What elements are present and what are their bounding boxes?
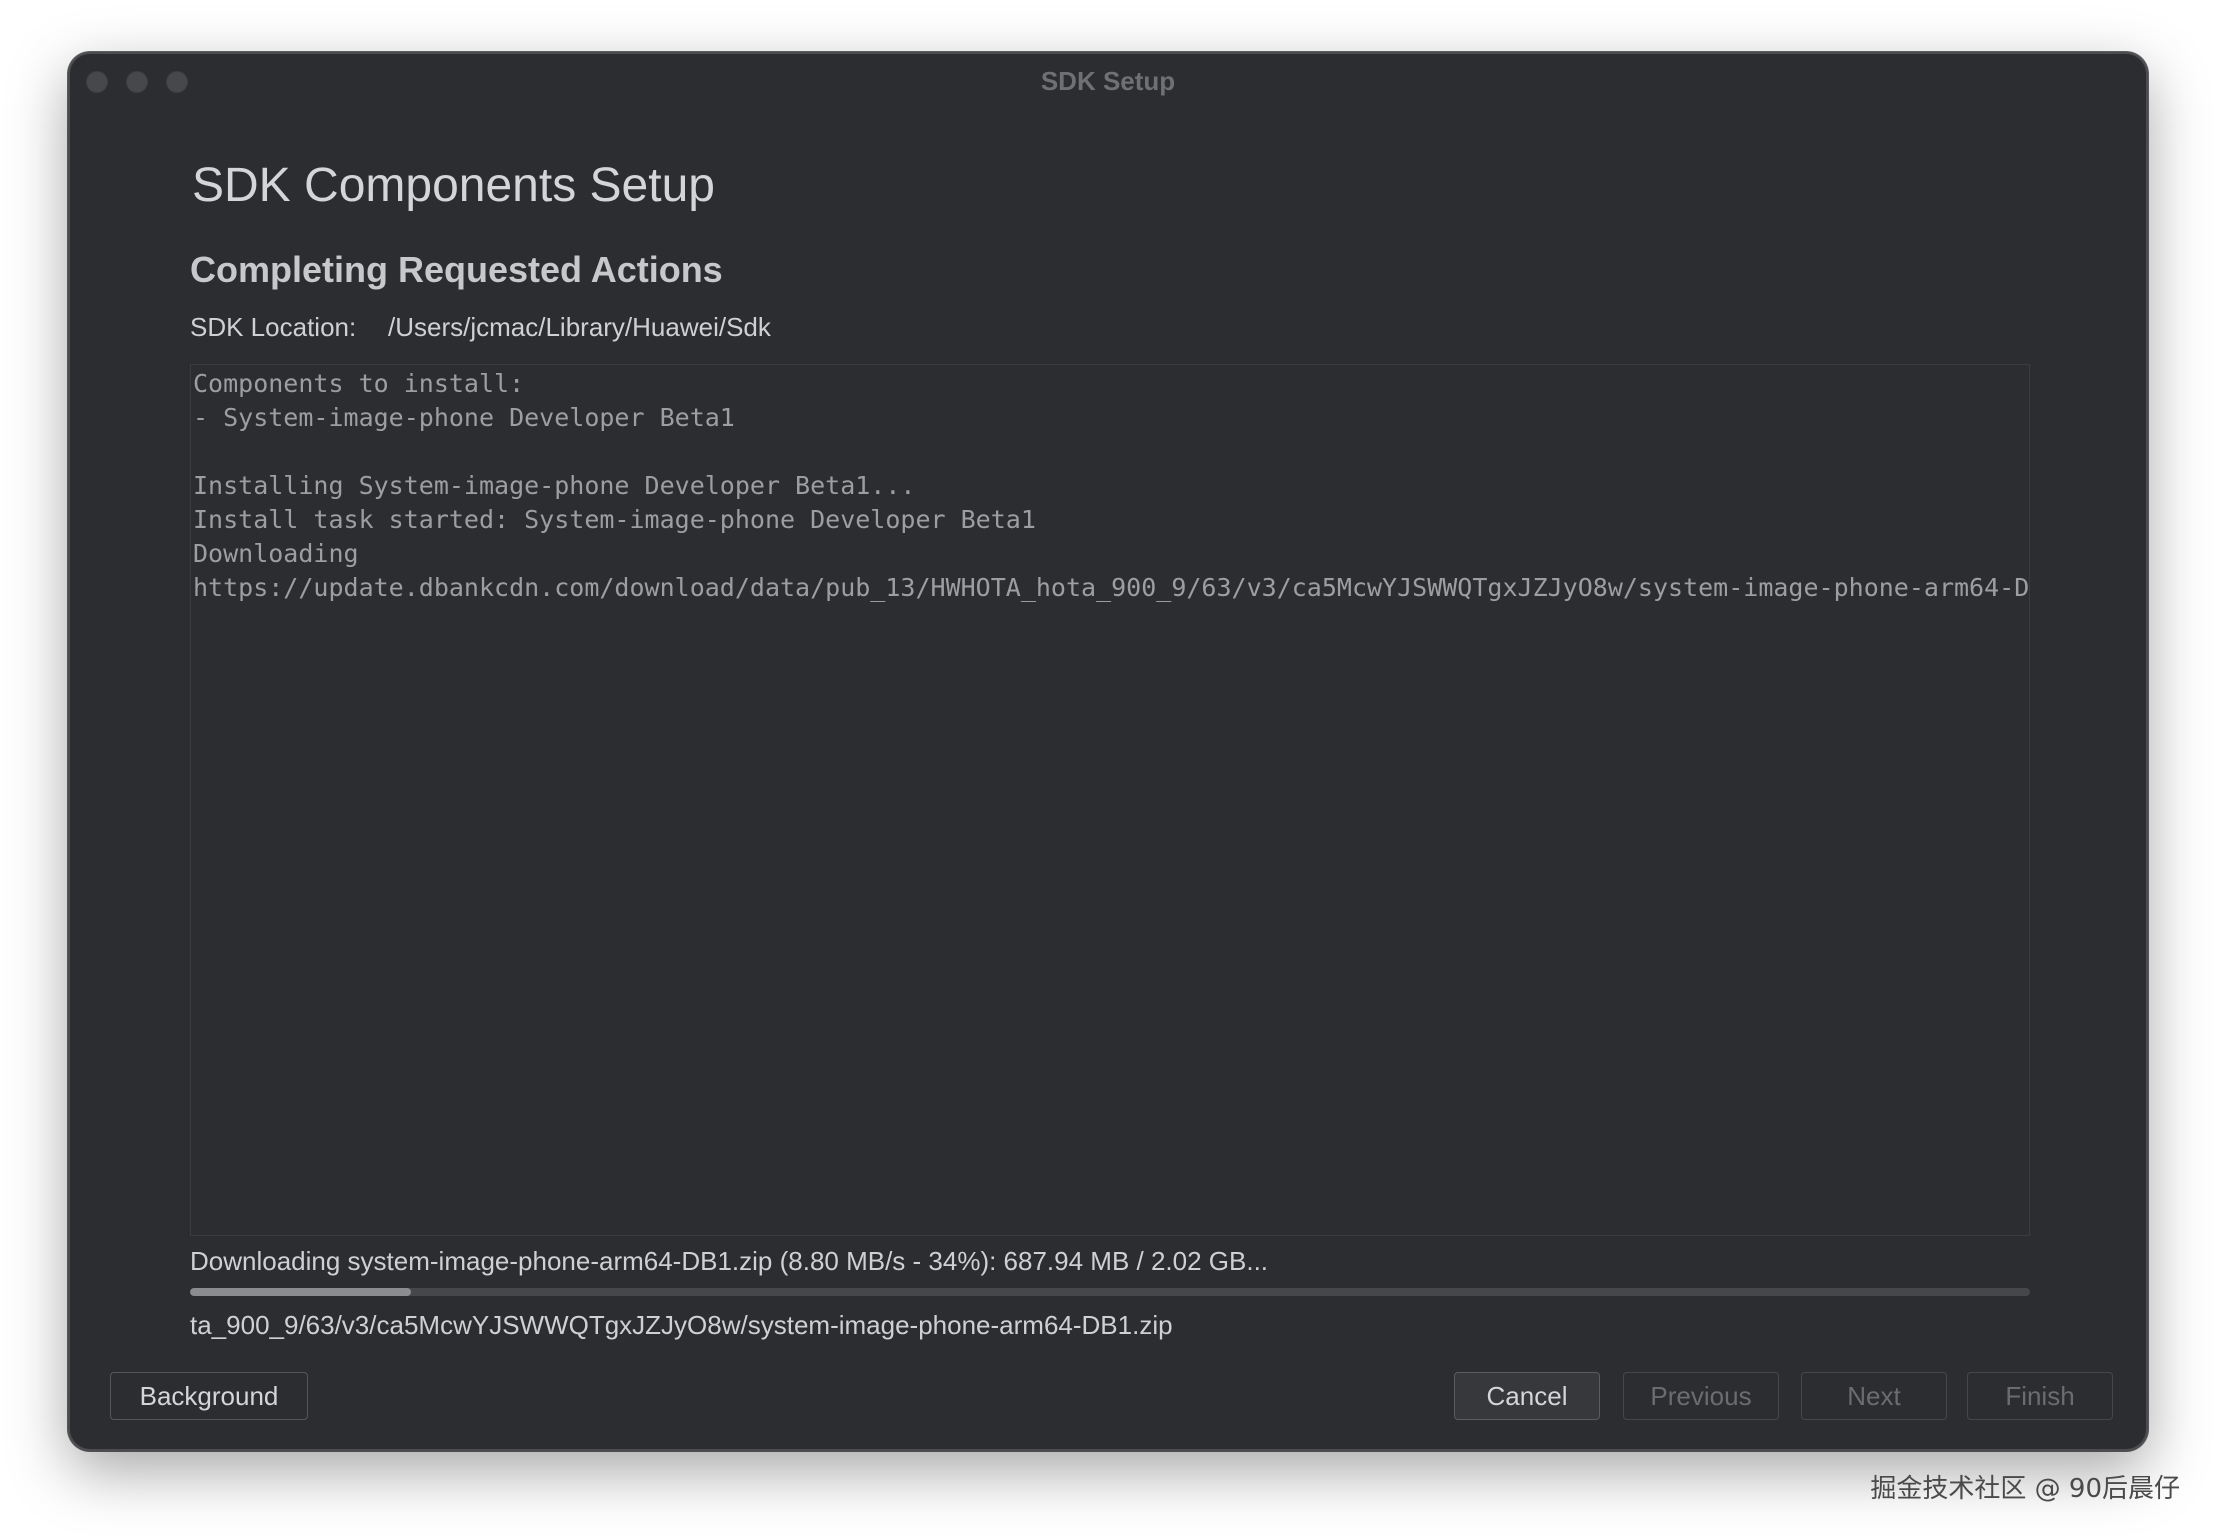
sdk-setup-window: SDK Setup SDK Components Setup Completin… xyxy=(68,52,2148,1451)
log-line: Components to install: xyxy=(193,369,525,398)
log-line: Installing System-image-phone Developer … xyxy=(193,471,916,500)
sdk-location-path: /Users/jcmac/Library/Huawei/Sdk xyxy=(388,312,771,342)
watermark: 掘金技术社区 @ 90后晨仔 xyxy=(1870,1474,2180,1504)
log-line: - System-image-phone Developer Beta1 xyxy=(193,403,735,432)
progress-bar xyxy=(190,1288,2030,1296)
window-title: SDK Setup xyxy=(1040,66,1176,96)
progress-bar-fill xyxy=(190,1288,411,1296)
install-log[interactable]: Components to install: - System-image-ph… xyxy=(190,364,2030,1236)
cancel-button[interactable]: Cancel xyxy=(1454,1372,1600,1420)
log-line: Downloading xyxy=(193,539,359,568)
log-line: https://update.dbankcdn.com/download/dat… xyxy=(193,573,2030,602)
progress-status-text: Downloading system-image-phone-arm64-DB1… xyxy=(190,1246,1269,1276)
sdk-location-label: SDK Location: xyxy=(190,312,357,342)
finish-button[interactable]: Finish xyxy=(1967,1372,2113,1420)
log-line: Install task started: System-image-phone… xyxy=(193,505,1036,534)
download-url-tail: ta_900_9/63/v3/ca5McwYJSWWQTgxJZJyO8w/sy… xyxy=(190,1310,1173,1340)
page-title: SDK Components Setup xyxy=(192,159,715,212)
previous-button[interactable]: Previous xyxy=(1623,1372,1779,1420)
background-button[interactable]: Background xyxy=(110,1372,308,1420)
section-title: Completing Requested Actions xyxy=(190,249,723,290)
next-button[interactable]: Next xyxy=(1801,1372,1947,1420)
title-bar: SDK Setup xyxy=(70,54,2146,110)
